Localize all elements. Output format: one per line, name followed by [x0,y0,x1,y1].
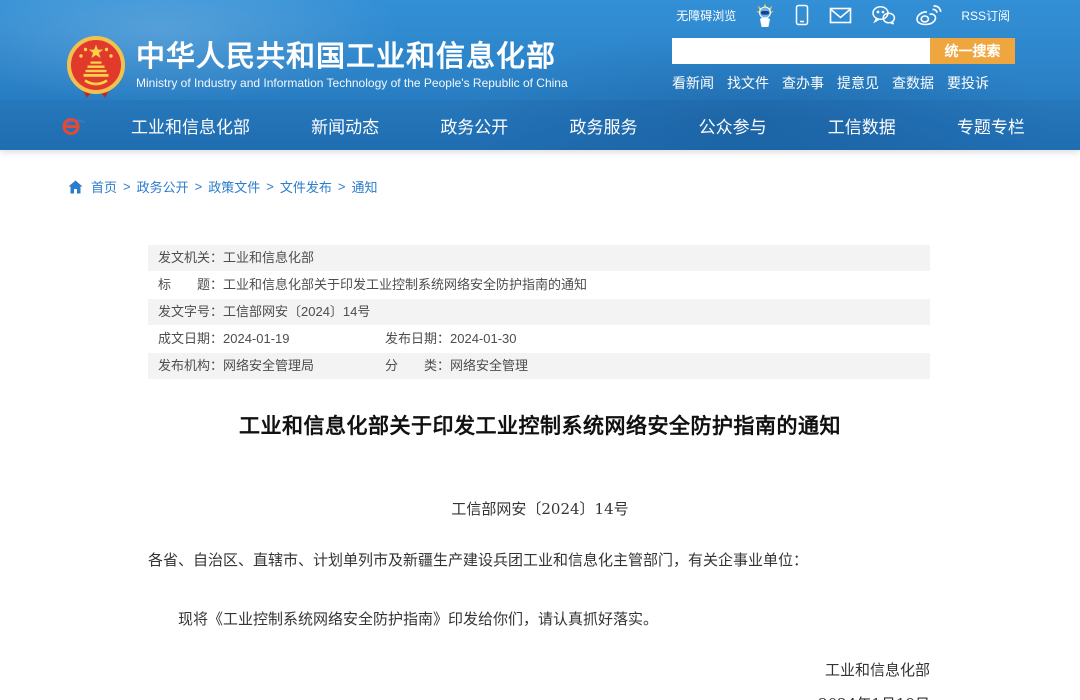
search-area: 统一搜索 看新闻 找文件 查办事 提意见 查数据 要投诉 [672,38,1015,93]
meta-row-doc-number: 发文字号：工信部网安〔2024〕14号 [148,299,930,325]
quick-link-news[interactable]: 看新闻 [672,73,714,93]
document-paragraph: 各省、自治区、直辖市、计划单列市及新疆生产建设兵团工业和信息化主管部门，有关企事… [148,550,938,570]
meta-label: 发文字号： [158,304,223,319]
wechat-icon[interactable] [871,5,896,25]
meta-label: 分 类： [385,358,450,373]
meta-value: 网络安全管理 [450,358,528,373]
meta-row-issuing-agency: 发文机关：工业和信息化部 [148,245,930,271]
brand-text: 中华人民共和国工业和信息化部 Ministry of Industry and … [136,41,568,90]
miit-e-logo-icon[interactable] [60,114,86,136]
nav-item-miit[interactable]: 工业和信息化部 [131,113,250,138]
unified-search-button[interactable]: 统一搜索 [930,38,1015,64]
document-meta-table: 发文机关：工业和信息化部 标 题：工业和信息化部关于印发工业控制系统网络安全防护… [148,245,930,379]
site-header: 无障碍浏览 [0,0,1080,150]
document-date: 2024年1月19日 [0,693,930,700]
mascot-icon[interactable] [755,3,775,27]
document-paragraph: 现将《工业控制系统网络安全防护指南》印发给你们，请认真抓好落实。 [148,609,938,629]
document-number: 工信部网安〔2024〕14号 [0,498,1080,519]
meta-value: 工业和信息化部关于印发工业控制系统网络安全防护指南的通知 [223,277,587,292]
home-icon[interactable] [68,180,83,194]
site-title: 中华人民共和国工业和信息化部 [136,41,568,73]
nav-item-gov-info[interactable]: 政务公开 [440,113,508,138]
main-nav: 工业和信息化部 新闻动态 政务公开 政务服务 公众参与 工信数据 专题专栏 [0,100,1080,150]
breadcrumb-notice[interactable]: 通知 [351,177,377,196]
search-input[interactable] [672,38,930,64]
quick-link-data[interactable]: 查数据 [892,73,934,93]
meta-value: 工信部网安〔2024〕14号 [223,304,370,319]
quick-link-feedback[interactable]: 提意见 [837,73,879,93]
meta-value: 2024-01-19 [223,331,290,346]
breadcrumb-separator: > [266,179,274,194]
topbar: 无障碍浏览 [0,0,1080,30]
meta-label: 发布机构： [158,358,223,373]
nav-item-special-topics[interactable]: 专题专栏 [957,113,1025,138]
breadcrumb-separator: > [195,179,203,194]
quick-links: 看新闻 找文件 查办事 提意见 查数据 要投诉 [672,73,1015,93]
weibo-icon[interactable] [915,5,942,26]
breadcrumb: 首页 > 政务公开 > 政策文件 > 文件发布 > 通知 [68,177,1080,196]
meta-cell-publisher: 发布机构：网络安全管理局 [158,353,385,379]
meta-value: 2024-01-30 [450,331,517,346]
meta-label: 成文日期： [158,331,223,346]
header-main: 中华人民共和国工业和信息化部 Ministry of Industry and … [0,30,1080,100]
quick-link-services[interactable]: 查办事 [782,73,824,93]
site-subtitle: Ministry of Industry and Information Tec… [136,76,568,90]
breadcrumb-policy-files[interactable]: 政策文件 [208,177,260,196]
breadcrumb-separator: > [123,179,131,194]
meta-label: 标 题： [158,277,223,292]
meta-value: 工业和信息化部 [223,250,314,265]
nav-item-data[interactable]: 工信数据 [828,113,896,138]
meta-row-publisher: 发布机构：网络安全管理局分 类：网络安全管理 [148,353,930,379]
meta-row-title: 标 题：工业和信息化部关于印发工业控制系统网络安全防护指南的通知 [148,272,930,298]
meta-row-dates: 成文日期：2024-01-19发布日期：2024-01-30 [148,326,930,352]
accessibility-link[interactable]: 无障碍浏览 [676,7,736,24]
content: 首页 > 政务公开 > 政策文件 > 文件发布 > 通知 发文机关：工业和信息化… [0,177,1080,700]
breadcrumb-home[interactable]: 首页 [91,177,117,196]
meta-value: 网络安全管理局 [223,358,314,373]
breadcrumb-gov-info[interactable]: 政务公开 [137,177,189,196]
document-title: 工业和信息化部关于印发工业控制系统网络安全防护指南的通知 [0,410,1080,440]
nav-items: 工业和信息化部 新闻动态 政务公开 政务服务 公众参与 工信数据 专题专栏 [131,113,1025,138]
mail-icon[interactable] [829,7,852,24]
national-emblem-icon [66,35,126,101]
document-signature: 工业和信息化部 [0,659,930,680]
rss-link[interactable]: RSS订阅 [961,7,1010,24]
breadcrumb-file-release[interactable]: 文件发布 [280,177,332,196]
meta-label: 发布日期： [385,331,450,346]
nav-item-participation[interactable]: 公众参与 [699,113,767,138]
nav-item-news[interactable]: 新闻动态 [311,113,379,138]
quick-link-complaint[interactable]: 要投诉 [947,73,989,93]
quick-link-files[interactable]: 找文件 [727,73,769,93]
nav-item-gov-services[interactable]: 政务服务 [569,113,637,138]
breadcrumb-separator: > [338,179,346,194]
meta-cell-written-date: 成文日期：2024-01-19 [158,326,385,352]
document-body: 各省、自治区、直辖市、计划单列市及新疆生产建设兵团工业和信息化主管部门，有关企事… [148,550,938,630]
brand[interactable]: 中华人民共和国工业和信息化部 Ministry of Industry and … [66,29,568,101]
meta-label: 发文机关： [158,250,223,265]
document-signature-block: 工业和信息化部 2024年1月19日 [0,659,1080,700]
mobile-icon[interactable] [794,4,810,26]
